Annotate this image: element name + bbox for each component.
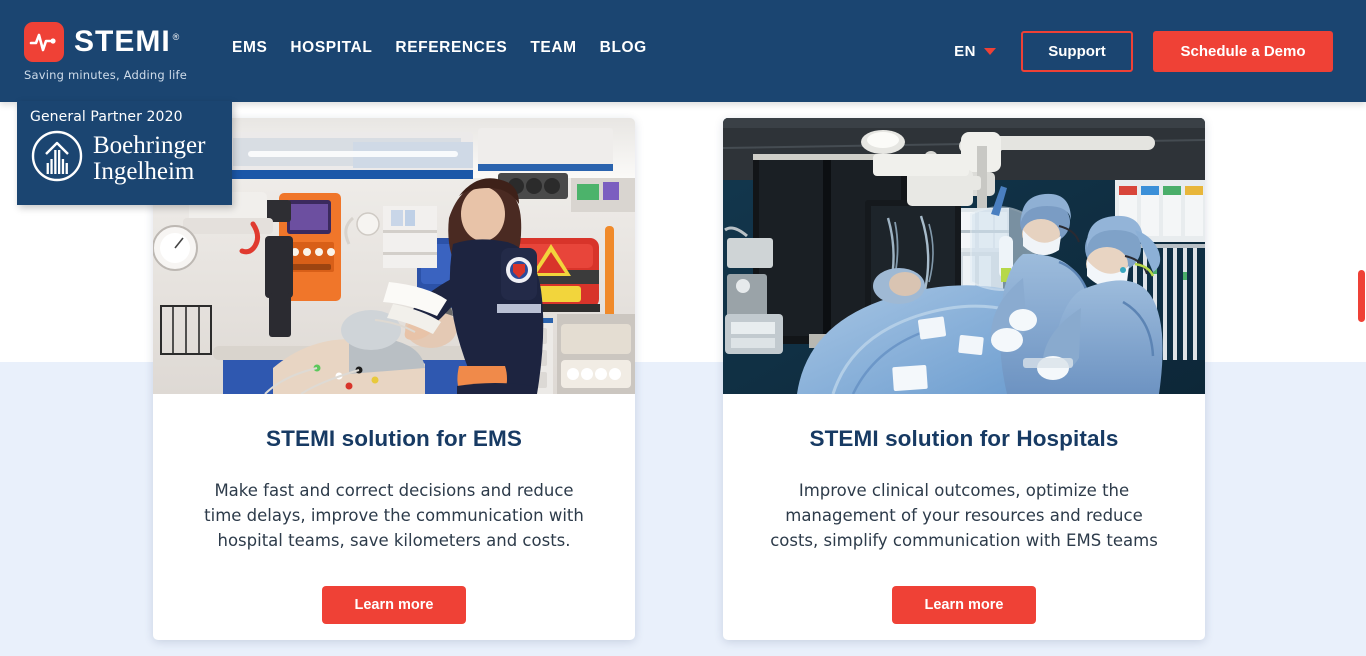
- partner-badge-title: General Partner 2020: [30, 109, 183, 125]
- learn-more-button-ems[interactable]: Learn more: [322, 586, 466, 625]
- registered-mark: ®: [172, 32, 181, 42]
- nav-item-ems[interactable]: EMS: [232, 39, 290, 57]
- nav-item-hospital[interactable]: HOSPITAL: [290, 39, 395, 57]
- partner-name-line-2: Ingelheim: [93, 157, 195, 185]
- card-description-ems: Make fast and correct decisions and redu…: [204, 481, 584, 551]
- partner-badge: General Partner 2020 Boehringer Ingelhei…: [17, 101, 232, 205]
- language-selector[interactable]: EN: [954, 43, 996, 60]
- nav-item-references[interactable]: REFERENCES: [395, 39, 530, 57]
- learn-more-button-hospitals[interactable]: Learn more: [892, 586, 1036, 625]
- language-label: EN: [954, 42, 976, 60]
- logo-wordmark-text: STEMI: [74, 25, 171, 58]
- card-body-ems: STEMI solution for EMS Make fast and cor…: [153, 394, 635, 625]
- main-navigation: EMS HOSPITAL REFERENCES TEAM BLOG: [232, 39, 670, 57]
- page-root: STEMI ® Saving minutes, Adding life EMS H…: [0, 0, 1366, 656]
- card-body-hospitals: STEMI solution for Hospitals Improve cli…: [723, 394, 1205, 625]
- card-photo-hospitals: [723, 118, 1205, 394]
- page-scrollbar-thumb[interactable]: [1358, 270, 1365, 322]
- ecg-heartbeat-icon: [24, 22, 64, 62]
- nav-item-blog[interactable]: BLOG: [600, 39, 670, 57]
- card-description-hospitals: Improve clinical outcomes, optimize the …: [770, 481, 1158, 551]
- page-scrollbar-track[interactable]: [1357, 102, 1366, 656]
- header-actions: EN Support Schedule a Demo: [954, 0, 1333, 102]
- nav-item-team[interactable]: TEAM: [530, 39, 599, 57]
- logo-wordmark: STEMI ®: [74, 27, 180, 57]
- card-title-hospitals: STEMI solution for Hospitals: [809, 426, 1119, 451]
- site-logo[interactable]: STEMI ® Saving minutes, Adding life: [24, 22, 224, 84]
- chevron-down-icon: [984, 47, 996, 55]
- site-header: STEMI ® Saving minutes, Adding life EMS H…: [0, 0, 1366, 102]
- partner-name-line-1: Boehringer: [93, 132, 206, 159]
- solution-card-hospitals[interactable]: STEMI solution for Hospitals Improve cli…: [723, 118, 1205, 640]
- card-title-ems: STEMI solution for EMS: [266, 426, 522, 451]
- boehringer-ingelheim-mark-icon: [30, 129, 84, 188]
- support-button[interactable]: Support: [1021, 30, 1133, 72]
- schedule-demo-button[interactable]: Schedule a Demo: [1153, 30, 1333, 72]
- partner-badge-name: Boehringer Ingelheim: [93, 133, 205, 184]
- logo-tagline: Saving minutes, Adding life: [24, 68, 188, 82]
